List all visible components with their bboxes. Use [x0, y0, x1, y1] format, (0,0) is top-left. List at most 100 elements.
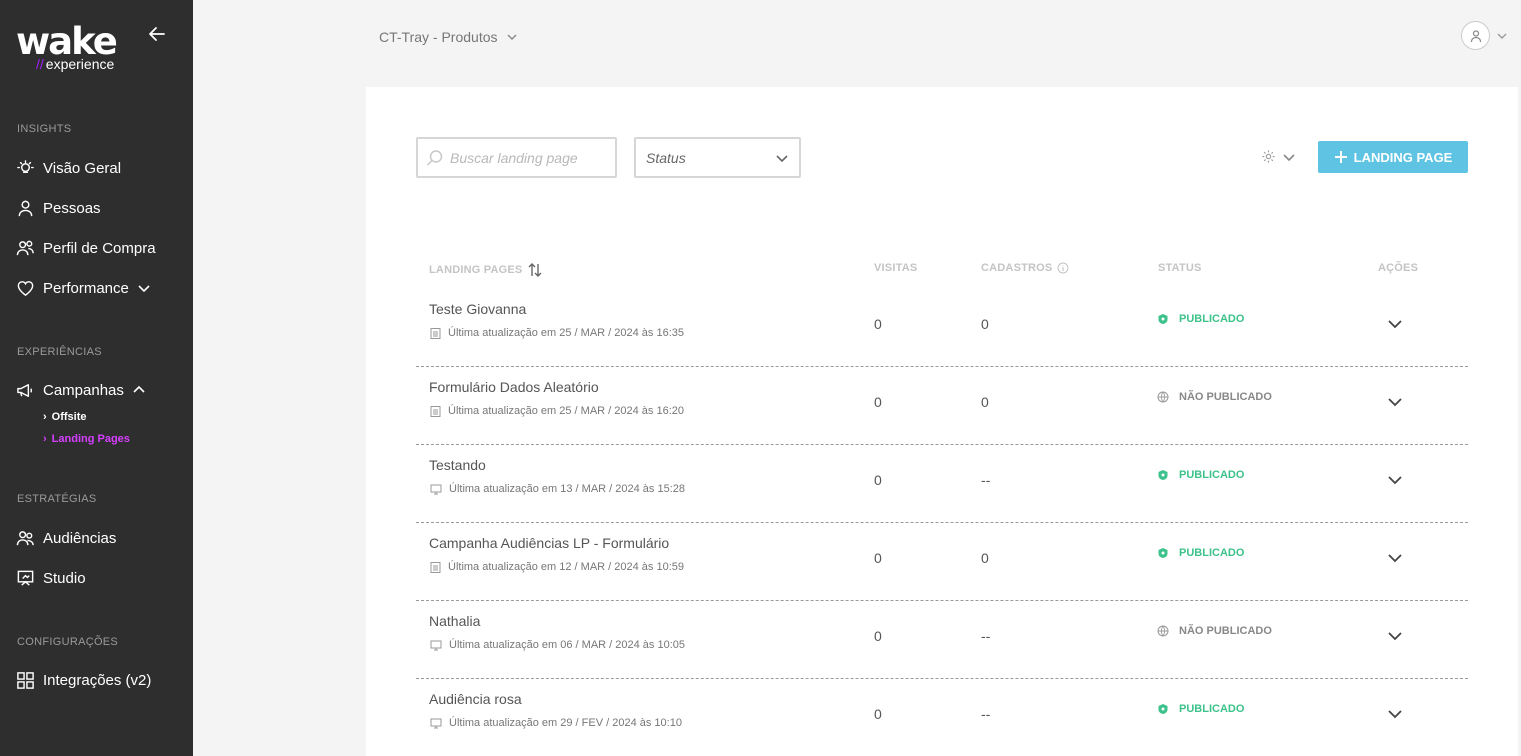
visits-value: 0: [874, 550, 882, 566]
column-header-landing-pages[interactable]: LANDING PAGES: [429, 262, 543, 278]
published-icon: [1158, 470, 1168, 480]
nav-sub-label: Offsite: [51, 411, 87, 423]
settings-dropdown[interactable]: [1261, 149, 1296, 164]
nav-audiencias[interactable]: Audiências: [16, 526, 116, 550]
landing-page-name[interactable]: Teste Giovanna: [429, 301, 526, 317]
nav-label: Pessoas: [43, 199, 101, 217]
published-icon: [1158, 548, 1168, 558]
monitor-icon: [430, 718, 442, 728]
presentation-icon: [17, 570, 34, 586]
gear-icon: [1262, 150, 1275, 163]
section-estrategias: ESTRATÉGIAS: [17, 493, 97, 505]
nav-label: Visão Geral: [43, 159, 122, 177]
grid-icon: [17, 671, 34, 689]
heart-icon: [17, 280, 34, 296]
column-label: AÇÕES: [1378, 262, 1419, 274]
status-filter[interactable]: Status: [634, 137, 801, 178]
chevron-down-icon: [1283, 153, 1295, 161]
chevron-down-icon[interactable]: [1386, 707, 1404, 721]
published-icon: [1158, 314, 1168, 324]
chevron-down-icon[interactable]: [1386, 551, 1404, 565]
column-header-cadastros: CADASTROS: [981, 262, 1069, 274]
table-row[interactable]: Nathalia Última atualização em 06 / MAR …: [416, 601, 1468, 679]
nav-label: Perfil de Compra: [43, 239, 156, 257]
chevron-down-icon[interactable]: [1386, 473, 1404, 487]
last-updated: Última atualização em 13 / MAR / 2024 às…: [449, 483, 686, 495]
visits-value: 0: [874, 706, 882, 722]
section-insights: INSIGHTS: [17, 123, 72, 135]
status-text: PUBLICADO: [1179, 313, 1245, 325]
column-label: STATUS: [1158, 262, 1202, 274]
user-menu[interactable]: [1461, 21, 1508, 50]
landing-page-name[interactable]: Formulário Dados Aleatório: [429, 379, 599, 395]
search-input[interactable]: [450, 149, 610, 166]
nav-studio[interactable]: Studio: [16, 566, 86, 590]
row-meta: Última atualização em 12 / MAR / 2024 às…: [430, 561, 684, 573]
nav-campanhas[interactable]: Campanhas: [16, 378, 146, 402]
nav-perfil-de-compra[interactable]: Perfil de Compra: [16, 236, 156, 260]
chevron-down-icon[interactable]: [1386, 395, 1404, 409]
store-selector[interactable]: CT-Tray - Produtos: [379, 29, 518, 45]
sort-icon[interactable]: [527, 262, 543, 278]
nav-performance[interactable]: Performance: [16, 276, 151, 300]
table-row[interactable]: Formulário Dados Aleatório Última atuali…: [416, 367, 1468, 445]
status-badge: NÃO PUBLICADO: [1157, 625, 1272, 637]
sidebar: wake //experience INSIGHTS Visão Geral P…: [0, 0, 193, 756]
person-icon: [18, 200, 33, 216]
landing-page-name[interactable]: Audiência rosa: [429, 691, 522, 707]
row-meta: Última atualização em 13 / MAR / 2024 às…: [430, 483, 685, 495]
nav-visao-geral[interactable]: Visão Geral: [16, 156, 121, 180]
landing-page-name[interactable]: Campanha Audiências LP - Formulário: [429, 535, 669, 551]
globe-icon: [1157, 391, 1169, 403]
column-label: CADASTROS: [981, 262, 1053, 274]
visits-value: 0: [874, 316, 882, 332]
signups-value: 0: [981, 316, 989, 332]
signups-value: 0: [981, 394, 989, 410]
chevron-down-icon: [138, 285, 150, 293]
table-row[interactable]: Teste Giovanna Última atualização em 25 …: [416, 289, 1468, 367]
info-icon[interactable]: [1057, 262, 1069, 274]
table-row[interactable]: Testando Última atualização em 13 / MAR …: [416, 445, 1468, 523]
column-header-visitas: VISITAS: [874, 262, 917, 274]
chevron-down-icon[interactable]: [1386, 317, 1404, 331]
chevron-down-icon: [507, 34, 517, 40]
clipboard-icon: [430, 328, 441, 339]
last-updated: Última atualização em 25 / MAR / 2024 às…: [448, 405, 685, 417]
signups-value: 0: [981, 550, 989, 566]
status-filter-label: Status: [646, 149, 686, 166]
status-text: PUBLICADO: [1179, 469, 1245, 481]
status-text: NÃO PUBLICADO: [1179, 625, 1272, 637]
landing-page-name[interactable]: Testando: [429, 457, 486, 473]
status-text: PUBLICADO: [1179, 547, 1245, 559]
nav-sub-label: Landing Pages: [51, 433, 130, 445]
last-updated: Última atualização em 06 / MAR / 2024 às…: [449, 639, 686, 651]
add-landing-page-button[interactable]: LANDING PAGE: [1318, 141, 1468, 173]
add-button-label: LANDING PAGE: [1353, 149, 1453, 165]
nav-integracoes[interactable]: Integrações (v2): [16, 668, 151, 692]
wake-logo[interactable]: wake //experience: [16, 22, 126, 78]
landing-pages-card: Status LANDING PAGE LANDING PAGES VISITA…: [366, 87, 1518, 756]
collapse-sidebar-button[interactable]: [147, 24, 169, 46]
status-badge: PUBLICADO: [1157, 703, 1244, 715]
nav-pessoas[interactable]: Pessoas: [16, 196, 101, 220]
nav-label: Integrações (v2): [43, 671, 152, 689]
table-row[interactable]: Audiência rosa Última atualização em 29 …: [416, 679, 1468, 756]
visits-value: 0: [874, 394, 882, 410]
published-icon: [1158, 704, 1168, 714]
status-badge: PUBLICADO: [1157, 547, 1244, 559]
nav-offsite[interactable]: › Offsite: [43, 411, 87, 423]
users-cart-icon: [16, 240, 34, 255]
status-badge: PUBLICADO: [1157, 313, 1244, 325]
nav-label: Campanhas: [43, 381, 124, 399]
chevron-down-icon[interactable]: [1386, 629, 1404, 643]
table-row[interactable]: Campanha Audiências LP - Formulário Últi…: [416, 523, 1468, 601]
section-experiencias: EXPERIÊNCIAS: [17, 346, 102, 358]
logo-wordmark: wake: [16, 20, 118, 63]
column-label: LANDING PAGES: [429, 264, 523, 276]
landing-page-name[interactable]: Nathalia: [429, 613, 480, 629]
search-field[interactable]: [416, 137, 617, 178]
nav-landing-pages[interactable]: › Landing Pages: [43, 433, 130, 445]
status-text: NÃO PUBLICADO: [1179, 391, 1272, 403]
last-updated: Última atualização em 12 / MAR / 2024 às…: [448, 561, 685, 573]
chevron-right-icon: ›: [43, 411, 47, 423]
